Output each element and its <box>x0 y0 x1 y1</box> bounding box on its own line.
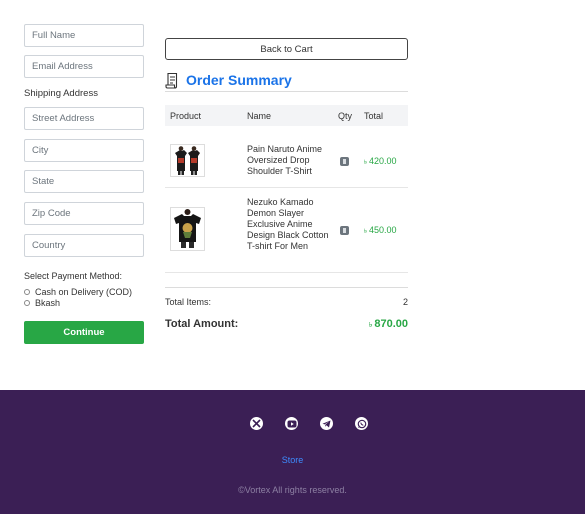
product-image[interactable] <box>170 207 205 251</box>
quantity-icon <box>340 226 349 235</box>
column-header-product: Product <box>170 111 202 121</box>
divider <box>165 287 408 288</box>
site-footer: Store ©Vortex All rights reserved. <box>0 390 585 514</box>
product-name: Pain Naruto Anime Oversized Drop Shoulde… <box>247 144 323 176</box>
total-amount-label: Total Amount: <box>165 318 239 330</box>
street-address-input[interactable] <box>24 107 144 130</box>
currency-symbol: ৳ <box>364 229 367 235</box>
youtube-icon[interactable] <box>285 417 298 430</box>
whatsapp-icon[interactable] <box>355 417 368 430</box>
total-items-label: Total Items: <box>165 297 212 307</box>
item-total: ৳ 450.00 <box>364 225 397 237</box>
state-input[interactable] <box>24 170 144 193</box>
column-header-qty: Qty <box>338 111 353 121</box>
total-amount: ৳ 870.00 <box>369 318 408 331</box>
back-to-cart-button[interactable]: Back to Cart <box>165 38 408 60</box>
quantity-icon <box>340 157 349 166</box>
divider <box>165 272 408 273</box>
currency-symbol: ৳ <box>364 160 367 166</box>
payment-method-label: Select Payment Method: <box>24 271 123 281</box>
payment-option-label: Bkash <box>35 297 61 308</box>
total-items-value: 2 <box>402 297 408 307</box>
footer-store-link[interactable]: Store <box>0 455 585 465</box>
item-total-value: 450.00 <box>369 225 397 235</box>
total-amount-row: Total Amount: ৳ 870.00 <box>165 318 408 332</box>
item-total-value: 420.00 <box>369 156 397 166</box>
item-total: ৳ 420.00 <box>364 156 397 168</box>
payment-option-bkash[interactable]: Bkash <box>24 297 60 308</box>
x-icon[interactable] <box>250 417 263 430</box>
order-summary-header: Order Summary <box>165 69 408 91</box>
order-summary-title: Order Summary <box>186 72 292 88</box>
telegram-icon[interactable] <box>320 417 333 430</box>
email-input[interactable] <box>24 55 144 78</box>
column-header-name: Name <box>247 111 272 121</box>
city-input[interactable] <box>24 139 144 162</box>
full-name-input[interactable] <box>24 24 144 47</box>
payment-option-cod[interactable]: Cash on Delivery (COD) <box>24 286 132 297</box>
table-row: Nezuko Kamado Demon Slayer Exclusive Ani… <box>165 188 408 272</box>
copyright-text: ©Vortex All rights reserved. <box>238 485 347 495</box>
country-input[interactable] <box>24 234 144 257</box>
table-row: Pain Naruto Anime Oversized Drop Shoulde… <box>165 126 408 188</box>
product-name: Nezuko Kamado Demon Slayer Exclusive Ani… <box>247 197 329 251</box>
total-items-row: Total Items: 2 <box>165 297 408 309</box>
zip-code-input[interactable] <box>24 202 144 225</box>
radio-button[interactable] <box>24 288 30 295</box>
shipping-address-label: Shipping Address <box>24 88 98 99</box>
divider <box>165 91 408 92</box>
payment-option-label: Cash on Delivery (COD) <box>35 286 133 297</box>
radio-button[interactable] <box>24 299 30 306</box>
product-image[interactable] <box>170 144 205 177</box>
currency-symbol: ৳ <box>368 322 373 329</box>
total-amount-value: 870.00 <box>374 318 408 330</box>
continue-button[interactable]: Continue <box>24 321 144 344</box>
receipt-icon <box>165 72 179 89</box>
order-table-header: Product Name Qty Total <box>165 105 408 126</box>
column-header-total: Total <box>364 111 384 121</box>
